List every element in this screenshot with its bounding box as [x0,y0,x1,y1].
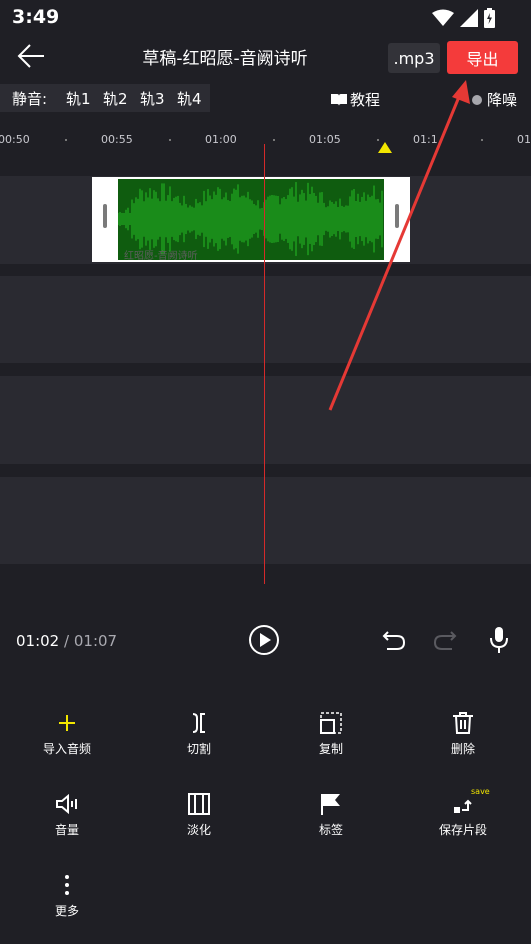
fade-icon [188,793,210,815]
export-button[interactable]: 导出 [447,41,518,74]
tool-label: 更多 [54,904,79,918]
tick-dot [273,139,275,141]
tool-label: 音量 [54,823,79,837]
track-lane-3[interactable] [0,376,531,464]
tool-label: 导入音频 [42,742,91,756]
mute-track-4[interactable]: 轨4 [177,88,202,109]
copy-button[interactable]: 复制 [281,710,381,757]
mute-track-1[interactable]: 轨1 [66,88,91,109]
play-icon[interactable] [248,624,280,656]
signal-icon [460,9,478,27]
clip-left-handle[interactable] [103,204,107,228]
cut-icon [192,713,205,733]
tool-label: 复制 [318,742,343,756]
tool-label: 淡化 [186,823,211,837]
battery-icon [484,8,495,28]
tag-button[interactable]: 标签 [281,791,381,838]
track-lane-4[interactable] [0,477,531,564]
denoise-dot-icon [472,94,482,105]
mute-row: 静音: 轨1 轨2 轨3 轨4 教程 降噪 [0,84,531,114]
mute-track-3[interactable]: 轨3 [140,88,165,109]
flag-icon [321,794,340,815]
tutorial-link[interactable]: 教程 [330,89,380,110]
tick-dot [377,139,379,141]
clip-right-handle[interactable] [395,204,399,228]
tick-label: 00:55 [101,133,133,146]
tick-label: 00:50 [0,133,30,146]
more-button[interactable]: 更多 [17,872,117,919]
volume-button[interactable]: 音量 [17,791,117,838]
tutorial-label: 教程 [350,91,381,109]
wifi-icon [432,9,454,26]
tick-label: 01 [517,133,531,146]
tick-label: 01:00 [205,133,237,146]
current-time: 01:02 [16,632,60,650]
tool-label: 删除 [450,742,475,756]
clip-name: 红昭愿-音阙诗听 [124,251,198,262]
page-title: 草稿-红昭愿-音阙诗听 [142,49,308,69]
tool-label: 切割 [186,742,211,756]
more-icon [65,875,69,895]
status-bar: 3:49 [0,0,531,36]
delete-button[interactable]: 删除 [413,710,513,757]
format-button[interactable]: .mp3 [388,43,440,73]
audio-clip[interactable]: 红昭愿-音阙诗听 [92,177,410,262]
volume-icon [56,794,77,814]
fade-button[interactable]: 淡化 [149,791,249,838]
tool-label: 标签 [318,823,343,837]
redo-icon[interactable] [433,629,457,651]
tool-label: 保存片段 [438,823,487,837]
top-bar: 草稿-红昭愿-音阙诗听 .mp3 导出 [0,36,531,78]
import-audio-button[interactable]: 导入音频 [17,710,117,757]
total-time: 01:07 [73,632,118,650]
time-separator: / [64,632,70,650]
back-arrow-icon[interactable] [16,42,48,70]
status-icons [432,8,495,28]
tick-dot [65,139,67,141]
copy-icon [320,712,342,734]
playhead[interactable] [264,144,265,584]
cut-button[interactable]: 切割 [149,710,249,757]
tick-label: 01:1 [413,133,438,146]
undo-icon[interactable] [382,629,406,651]
time-display: 01:02 / 01:07 [16,632,117,650]
save-badge: save [471,787,490,796]
plus-icon [59,715,75,731]
mute-track-2[interactable]: 轨2 [103,88,128,109]
mute-label: 静音: [12,90,48,108]
tick-label: 01:05 [309,133,341,146]
denoise-toggle[interactable]: 降噪 [472,89,517,110]
timeline-ruler[interactable]: 00:50 00:55 01:00 01:05 01:1 01 [0,120,531,164]
save-segment-button[interactable]: save 保存片段 [413,787,513,838]
track-lane-2[interactable] [0,276,531,363]
tick-dot [481,139,483,141]
denoise-label: 降噪 [487,91,518,109]
microphone-icon[interactable] [489,626,509,654]
book-icon [331,93,347,106]
status-time: 3:49 [12,6,60,28]
marker-triangle-icon[interactable] [378,142,392,153]
trash-icon [453,712,473,734]
tick-dot [169,139,171,141]
save-segment-icon [454,799,472,813]
